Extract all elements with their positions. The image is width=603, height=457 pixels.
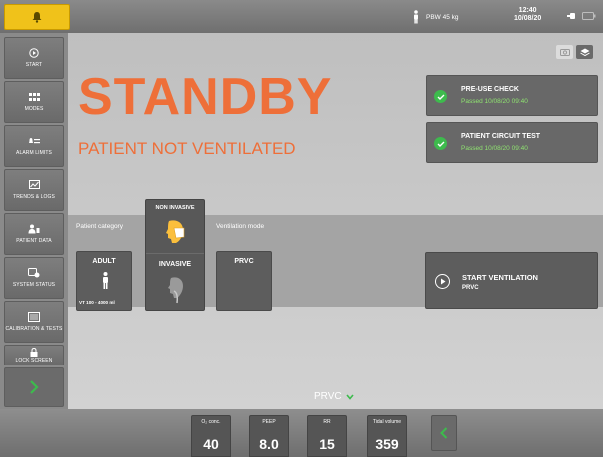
param-value: 40	[203, 436, 219, 452]
chevron-left-icon	[440, 427, 448, 439]
layers-icon	[579, 48, 590, 56]
param-value: 15	[319, 436, 335, 452]
adult-tidal-range: VT 100 - 4000 ml	[79, 300, 115, 305]
ventilation-mode-tile[interactable]: PRVC	[216, 251, 272, 311]
sidebar: START MODES ALARM LIMITS TRENDS & LOGS P…	[0, 33, 68, 409]
sidebar-item-trends-logs[interactable]: TRENDS & LOGS	[4, 169, 64, 211]
sidebar-item-label: CALIBRATION & TESTS	[5, 326, 63, 332]
check-title: PATIENT CIRCUIT TEST	[461, 133, 541, 140]
sidebar-item-label: PATIENT DATA	[16, 238, 52, 244]
patient-weight[interactable]: PBW 45 kg	[412, 10, 459, 24]
param-label: Tidal volume	[372, 419, 402, 425]
pre-use-check-card[interactable]: PRE-USE CHECK Passed 10/08/20 09:40	[426, 75, 598, 116]
collapse-params-button[interactable]	[431, 415, 457, 451]
sidebar-item-label: LOCK SCREEN	[15, 358, 53, 364]
chevron-down-icon	[346, 393, 354, 400]
sidebar-item-label: ALARM LIMITS	[16, 150, 52, 156]
sidebar-item-alarm-limits[interactable]: ALARM LIMITS	[4, 125, 64, 167]
calibration-icon	[28, 312, 40, 322]
sidebar-item-calibration-tests[interactable]: CALIBRATION & TESTS	[4, 301, 64, 343]
lock-icon	[28, 347, 40, 357]
patient-weight-text: PBW 45 kg	[426, 13, 459, 21]
adult-category-tile[interactable]: ADULT VT 100 - 4000 ml	[76, 251, 132, 311]
ventilation-mode-label: Ventilation mode	[216, 223, 265, 230]
non-invasive-mask-icon[interactable]	[164, 219, 188, 245]
interface-selector-tile: NON INVASIVE INVASIVE	[145, 199, 205, 311]
trends-icon	[28, 180, 40, 190]
start-ventilation-label: START VENTILATION	[462, 273, 538, 282]
clock-date: 10/08/20	[514, 15, 542, 22]
param-tidal-volume[interactable]: Tidal volume 359	[367, 415, 407, 457]
param-value: 8.0	[259, 436, 279, 452]
invasive-label: INVASIVE	[158, 261, 192, 268]
chevron-right-icon	[30, 380, 39, 394]
sidebar-item-label: TRENDS & LOGS	[13, 194, 55, 200]
sidebar-item-system-status[interactable]: SYSTEM STATUS	[4, 257, 64, 299]
sidebar-item-patient-data[interactable]: PATIENT DATA	[4, 213, 64, 255]
top-bar: PBW 45 kg 12:40 10/08/20	[0, 0, 603, 33]
param-rr[interactable]: RR 15	[307, 415, 347, 457]
bottom-parameter-bar: O₂ conc. 40 PEEP 8.0 RR 15 Tidal volume …	[0, 409, 603, 457]
status-title: STANDBY	[78, 68, 333, 126]
layers-button[interactable]	[576, 45, 593, 59]
param-label: RR	[323, 419, 331, 425]
start-ventilation-button[interactable]: START VENTILATION PRVC	[425, 252, 598, 309]
ventilation-mode-tile-label: PRVC	[234, 258, 254, 265]
sidebar-item-start[interactable]: START	[4, 37, 64, 79]
play-icon	[435, 274, 450, 289]
status-subtitle: PATIENT NOT VENTILATED	[78, 139, 296, 158]
battery-icon	[582, 12, 596, 20]
system-status-icon	[28, 268, 40, 278]
param-o2-conc[interactable]: O₂ conc. 40	[191, 415, 231, 457]
param-peep[interactable]: PEEP 8.0	[249, 415, 289, 457]
non-invasive-label: NON INVASIVE	[155, 205, 195, 211]
start-ventilation-mode: PRVC	[462, 285, 479, 291]
camera-button[interactable]	[556, 45, 573, 59]
sidebar-item-label: SYSTEM STATUS	[12, 282, 56, 288]
check-result: Passed 10/08/20 09:40	[461, 98, 528, 105]
mode-selector-label: PRVC	[314, 391, 342, 402]
check-ok-icon	[434, 137, 447, 150]
check-ok-icon	[434, 90, 447, 103]
alarm-bell-button[interactable]	[4, 4, 70, 30]
plug-icon	[567, 13, 575, 19]
play-circle-icon	[28, 48, 40, 58]
sidebar-item-label: START	[25, 62, 43, 68]
tile-divider	[146, 253, 204, 254]
param-label: O₂ conc.	[201, 419, 221, 425]
adult-person-icon	[103, 272, 108, 289]
sidebar-item-lock-screen[interactable]: LOCK SCREEN	[4, 345, 64, 365]
param-value: 359	[375, 436, 399, 452]
patient-data-icon	[28, 224, 40, 234]
grid-icon	[28, 92, 40, 102]
clock-time: 12:40	[518, 7, 537, 14]
check-title: PRE-USE CHECK	[461, 86, 519, 93]
sidebar-item-label: MODES	[24, 106, 44, 112]
check-result: Passed 10/08/20 09:40	[461, 145, 528, 152]
camera-icon	[559, 49, 570, 56]
mode-selector[interactable]: PRVC	[314, 391, 354, 402]
invasive-head-icon[interactable]	[165, 276, 187, 304]
person-icon	[414, 10, 418, 24]
view-toggle-group	[556, 45, 593, 59]
main-panel: STANDBY PATIENT NOT VENTILATED PRE-USE C…	[68, 33, 603, 409]
alarm-limits-icon	[28, 136, 40, 146]
adult-label: ADULT	[92, 258, 116, 265]
patient-circuit-test-card[interactable]: PATIENT CIRCUIT TEST Passed 10/08/20 09:…	[426, 122, 598, 163]
bell-icon	[32, 12, 42, 23]
sidebar-item-modes[interactable]: MODES	[4, 81, 64, 123]
top-status-icons	[567, 12, 596, 20]
sidebar-next-button[interactable]	[4, 367, 64, 407]
patient-category-label: Patient category	[76, 223, 123, 230]
param-label: PEEP	[262, 419, 276, 425]
clock: 12:40 10/08/20	[514, 7, 541, 23]
